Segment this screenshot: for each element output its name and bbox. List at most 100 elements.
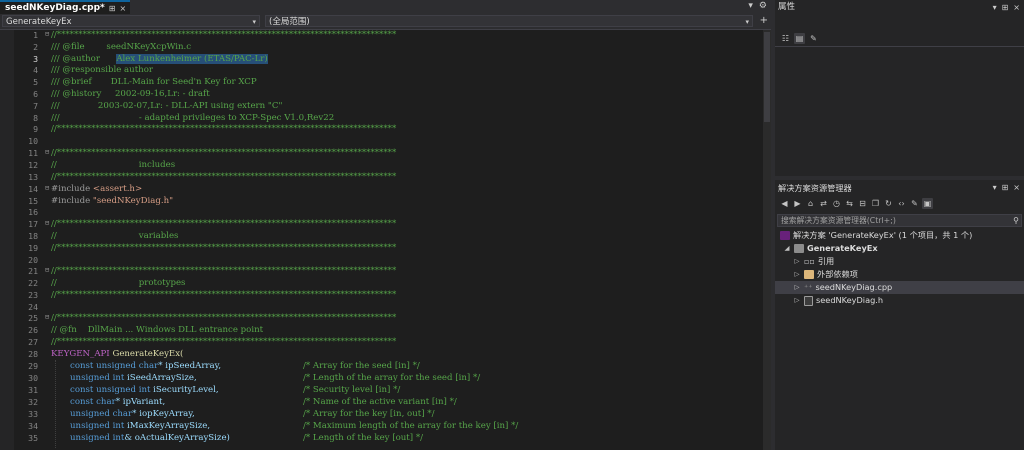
code-line-6: /// @history 2002-09-16,Lr: - draft [51, 89, 210, 99]
tree-item-label: 解决方案 'GenerateKeyEx' (1 个项目，共 1 个) [793, 230, 973, 240]
pin-icon[interactable]: ⊞ [1002, 181, 1009, 195]
switch-views-icon[interactable]: ⇄ [818, 198, 829, 209]
chevron-down-icon[interactable]: ▾ [993, 0, 997, 15]
tree-item-header-file[interactable]: ▷ seedNKeyDiag.h [793, 294, 883, 307]
preview-icon[interactable]: ▣ [922, 198, 933, 209]
line-number: 24 [28, 302, 38, 312]
code-editor[interactable]: 1 2 3 4 5 6 7 8 9 10 11 12 13 14 15 16 17 18 19 20 21 22 23 24 2… [0, 30, 771, 450]
type-keyword: const unsigned char [70, 361, 159, 371]
chevron-right-icon[interactable]: ▷ [793, 255, 801, 268]
split-plus-icon[interactable]: + [760, 15, 768, 26]
code-line-32: const char* ipVariant, [70, 397, 165, 407]
pin-icon[interactable]: ⊞ [109, 3, 116, 14]
tree-item-external-deps[interactable]: ▷ 外部依赖项 [793, 268, 858, 281]
macro-token: KEYGEN_API [51, 349, 110, 359]
history-icon[interactable]: ◷ [831, 198, 842, 209]
gear-icon[interactable]: ⚙ [759, 1, 767, 11]
forward-icon[interactable]: ▶ [792, 198, 803, 209]
home-icon[interactable]: ⌂ [805, 198, 816, 209]
code-line-1: //**************************************… [51, 30, 397, 40]
search-icon[interactable]: ⚲ [1013, 215, 1019, 226]
vertical-scrollbar[interactable] [763, 30, 771, 450]
line-number: 33 [28, 409, 38, 419]
line-number: 13 [28, 172, 38, 182]
code-line-23: //**************************************… [51, 290, 397, 300]
tree-item-solution[interactable]: 解决方案 'GenerateKeyEx' (1 个项目，共 1 个) [780, 229, 972, 242]
tab-seednkeydiag-cpp[interactable]: seedNKeyDiag.cpp* ⊞ × [0, 0, 131, 14]
panel-splitter-horizontal[interactable] [775, 176, 1024, 180]
code-line-7: /// 2003-02-07,Lr: - DLL-API using exter… [51, 101, 283, 111]
references-icon: ▫▫ [804, 257, 815, 266]
type-keyword: const unsigned int [70, 385, 151, 395]
wrench-icon[interactable]: ✎ [909, 198, 920, 209]
categorized-icon[interactable]: ☷ [780, 33, 791, 44]
search-placeholder: 搜索解决方案资源管理器(Ctrl+;) [781, 216, 896, 225]
scope-dropdown[interactable]: GenerateKeyEx ▾ [2, 15, 260, 27]
code-line-15: #include "seedNKeyDiag.h" [51, 196, 173, 206]
wrench-icon[interactable]: ✎ [808, 33, 819, 44]
line-number: 6 [33, 89, 38, 99]
refresh-icon[interactable]: ↻ [883, 198, 894, 209]
tree-item-project[interactable]: ◢ GenerateKeyEx [783, 242, 878, 255]
back-icon[interactable]: ◀ [779, 198, 790, 209]
code-line-18: // variables [51, 231, 179, 241]
show-all-files-icon[interactable]: ❐ [870, 198, 881, 209]
param-name: & oActualKeyArraySize) [124, 433, 230, 443]
chevron-right-icon[interactable]: ▷ [793, 281, 801, 294]
code-line-27: //**************************************… [51, 337, 397, 347]
scrollbar-thumb[interactable] [764, 32, 770, 122]
close-icon[interactable]: × [1013, 181, 1020, 195]
tree-item-cpp-file[interactable]: ▷ ⁺⁺ seedNKeyDiag.cpp [775, 281, 1024, 294]
code-line-21: //**************************************… [51, 266, 397, 276]
code-line-8: /// - adapted privileges to XCP-Spec V1.… [51, 113, 335, 123]
chevron-right-icon[interactable]: ▷ [793, 268, 801, 281]
code-line-33: unsigned char* iopKeyArray, [70, 409, 195, 419]
type-keyword: unsigned char [70, 409, 133, 419]
header-file-icon [804, 295, 813, 306]
line-number: 5 [33, 77, 38, 87]
code-line-17: //**************************************… [51, 219, 397, 229]
chevron-down-icon[interactable]: ▾ [993, 181, 997, 195]
code-comment-34: /* Maximum length of the array for the k… [303, 421, 519, 431]
line-number: 17 [28, 219, 38, 229]
cpp-file-icon: ⁺⁺ [804, 283, 813, 292]
properties-toolbar: ☷ ▤ ✎ [775, 30, 1024, 46]
editor-margin [0, 30, 14, 450]
solution-explorer-search-input[interactable]: 搜索解决方案资源管理器(Ctrl+;) ⚲ [777, 214, 1022, 227]
line-number: 19 [28, 243, 38, 253]
line-number: 34 [28, 421, 38, 431]
solution-explorer-title: 解决方案资源管理器 [778, 183, 852, 193]
param-name: iSeedArraySize, [124, 373, 197, 383]
type-keyword: const char [70, 397, 116, 407]
param-name: iSecurityLevel, [150, 385, 219, 395]
chevron-down-icon[interactable]: ◢ [783, 242, 791, 255]
line-number: 28 [28, 349, 38, 359]
close-icon[interactable]: × [1013, 0, 1020, 15]
chevron-right-icon[interactable]: ▷ [793, 294, 801, 307]
properties-title: 属性 [778, 2, 796, 12]
code-line-4: /// @responsible author [51, 65, 153, 75]
code-line-9: //**************************************… [51, 124, 397, 134]
sync-icon[interactable]: ⇆ [844, 198, 855, 209]
selected-text: Alex Lunkenheimer (ETAS/PAC-Lr) [116, 54, 268, 64]
tree-item-label: 外部依赖项 [817, 269, 858, 279]
alphabetical-icon[interactable]: ▤ [794, 32, 805, 44]
code-comment-33: /* Array for the key [in, out] */ [303, 409, 435, 419]
function-name: GenerateKeyEx( [109, 349, 184, 359]
line-number: 2 [33, 42, 38, 52]
preprocessor-directive: #include [51, 184, 93, 194]
code-comment-29: /* Array for the seed [in] */ [303, 361, 420, 371]
member-dropdown[interactable]: (全局范围) ▾ [265, 15, 753, 27]
tree-item-references[interactable]: ▷ ▫▫ 引用 [793, 255, 835, 268]
collapse-all-icon[interactable]: ⊟ [857, 198, 868, 209]
code-view-icon[interactable]: ‹› [896, 198, 907, 209]
code-comment-30: /* Length of the array for the seed [in]… [303, 373, 481, 383]
line-number: 3 [33, 54, 38, 64]
side-panels: 属性 ▾ ⊞ × ☷ ▤ ✎ 解决方案资源管理器 ▾ ⊞ × ◀ ▶ ⌂ ⇄ ◷… [775, 0, 1024, 450]
line-number: 1 [33, 30, 38, 40]
tab-dropdown-icon[interactable]: ▾ [748, 1, 753, 11]
tree-item-label: 引用 [817, 256, 835, 266]
pin-icon[interactable]: ⊞ [1002, 0, 1009, 15]
chevron-down-icon: ▾ [252, 18, 256, 26]
close-icon[interactable]: × [119, 3, 126, 14]
